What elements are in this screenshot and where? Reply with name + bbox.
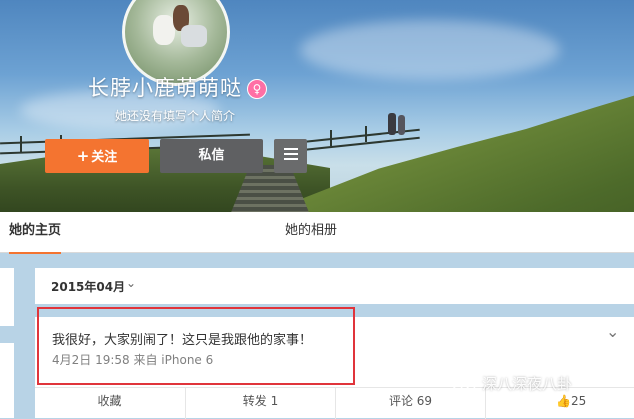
message-button[interactable]: 私信 (160, 139, 263, 173)
like-count: 25 (570, 394, 587, 408)
fence-post (20, 136, 22, 152)
post-menu-chevron-icon[interactable]: ⌄ (606, 322, 619, 341)
profile-name: 长脖小鹿萌萌哒 (88, 76, 242, 100)
plus-icon: + (76, 147, 90, 165)
date-filter-label[interactable]: 2015年04月 (51, 278, 125, 295)
tab-her-home[interactable]: 她的主页 (9, 212, 62, 254)
watermark-text: 深八深夜八卦 (482, 375, 573, 393)
wechat-icon (452, 376, 476, 393)
left-sidebar-card (0, 268, 14, 326)
date-filter-card: 2015年04月 ⌄ (35, 268, 634, 304)
watermark: 深八深夜八卦 (452, 372, 572, 396)
profile-tabs: 她的主页 她的相册 (0, 212, 634, 254)
person-silhouette (398, 115, 405, 135)
chevron-down-icon[interactable]: ⌄ (126, 276, 136, 290)
more-button[interactable] (274, 139, 307, 173)
left-sidebar-card (0, 343, 14, 418)
profile-cover: 长脖小鹿萌萌哒 ♀ 她还没有填写个人简介 + 关注 私信 (0, 0, 634, 212)
weibo-post: 我很好，大家别闹了！这只是我跟他的家事！ 4月2日 19:58 来自 iPhon… (35, 317, 634, 419)
fence-post (330, 130, 332, 146)
profile-bio: 她还没有填写个人简介 (115, 109, 236, 123)
repost-button[interactable]: 转发 1 (185, 388, 335, 419)
post-meta[interactable]: 4月2日 19:58 来自 iPhone 6 (52, 351, 213, 368)
fence-post (365, 126, 367, 142)
post-text: 我很好，大家别闹了！这只是我跟他的家事！ (52, 333, 313, 348)
person-silhouette (388, 113, 396, 135)
favorite-button[interactable]: 收藏 (35, 388, 184, 419)
follow-label: 关注 (91, 150, 118, 165)
cloud-decoration (300, 20, 560, 80)
thumbs-up-icon: 👍 (556, 394, 571, 408)
follow-button[interactable]: + 关注 (45, 139, 149, 173)
hamburger-icon (283, 145, 298, 163)
tab-her-album[interactable]: 她的相册 (285, 212, 337, 252)
female-icon: ♀ (247, 79, 267, 99)
message-label: 私信 (198, 148, 225, 163)
